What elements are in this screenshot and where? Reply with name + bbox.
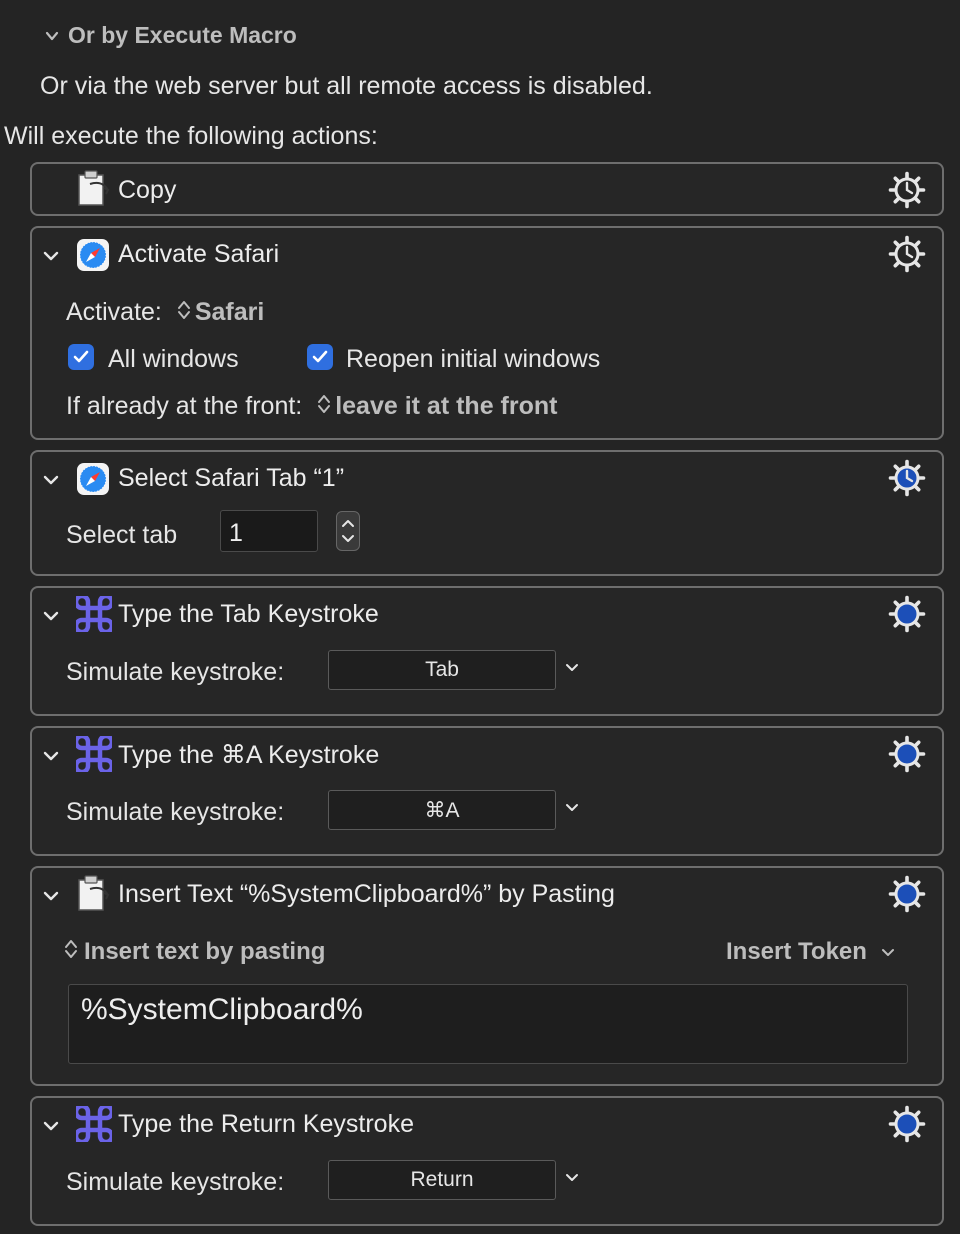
chevron-down-icon[interactable] [40, 608, 62, 629]
simulate-keystroke-label: Simulate keystroke: [66, 658, 285, 686]
action-title: Type the Return Keystroke [118, 1110, 414, 1138]
front-label: If already at the front: [66, 392, 303, 420]
action-title: Type the ⌘A Keystroke [118, 741, 380, 769]
insert-token-menu[interactable]: Insert Token [726, 938, 896, 967]
clipboard-icon [76, 875, 110, 918]
action-insert-text-by-pasting[interactable]: Insert Text “%SystemClipboard%” by Pasti… [30, 866, 944, 1086]
tab-number-input[interactable]: 1 [220, 510, 318, 552]
front-behavior-popup[interactable]: leave it at the front [309, 392, 557, 420]
chevron-down-icon[interactable] [564, 801, 580, 820]
action-type-tab-keystroke[interactable]: Type the Tab Keystroke Simulate keystrok… [30, 586, 944, 716]
action-title: Insert Text “%SystemClipboard%” by Pasti… [118, 880, 615, 908]
command-key-icon [73, 593, 115, 637]
chevron-down-icon[interactable] [40, 248, 62, 269]
all-windows-checkbox[interactable] [68, 344, 94, 370]
activate-app-value: Safari [194, 298, 265, 326]
clipboard-icon [76, 170, 110, 213]
simulate-keystroke-label: Simulate keystroke: [66, 1168, 285, 1196]
chevron-down-icon[interactable] [564, 1171, 580, 1190]
action-type-cmd-a-keystroke[interactable]: Type the ⌘A Keystroke Simulate keystroke… [30, 726, 944, 856]
gear-icon[interactable] [888, 235, 926, 278]
select-tab-label: Select tab [66, 521, 178, 549]
front-behavior-value: leave it at the front [335, 392, 558, 420]
chevron-down-icon[interactable] [44, 28, 60, 44]
insert-token-label: Insert Token [726, 938, 867, 965]
action-type-return-keystroke[interactable]: Type the Return Keystroke Simulate keyst… [30, 1096, 944, 1226]
activate-app-popup[interactable]: Safari [169, 298, 264, 326]
command-key-icon [73, 733, 115, 777]
gear-icon[interactable] [888, 875, 926, 918]
chevron-down-icon[interactable] [564, 661, 580, 680]
simulate-keystroke-label: Simulate keystroke: [66, 798, 285, 826]
safari-compass-icon [76, 462, 110, 501]
chevron-down-icon[interactable] [40, 1118, 62, 1139]
front-row: If already at the front: leave it at the… [66, 392, 557, 422]
activate-label: Activate: [66, 298, 162, 326]
insert-text-area[interactable]: %SystemClipboard% [68, 984, 908, 1064]
action-select-safari-tab[interactable]: Select Safari Tab “1” Select tab 1 [30, 450, 944, 576]
action-copy[interactable]: Copy [30, 162, 944, 216]
insert-mode-value: Insert text by pasting [84, 938, 326, 965]
chevron-down-icon [880, 939, 896, 967]
checkmark-icon [312, 350, 328, 363]
safari-compass-icon [76, 238, 110, 277]
chevron-down-icon[interactable] [40, 472, 62, 493]
action-title: Copy [118, 176, 177, 204]
trigger-section-header[interactable]: Or by Execute Macro [44, 22, 297, 49]
checkmark-icon [73, 350, 89, 363]
actions-heading: Will execute the following actions: [4, 122, 378, 150]
activate-row: Activate: Safari [66, 298, 264, 328]
up-down-arrows-icon [64, 938, 78, 967]
web-server-note: Or via the web server but all remote acc… [40, 72, 653, 100]
up-down-arrows-icon [317, 393, 331, 422]
gear-icon[interactable] [888, 735, 926, 778]
action-title: Select Safari Tab “1” [118, 464, 345, 492]
keystroke-field[interactable]: Tab [328, 650, 556, 690]
gear-icon[interactable] [888, 1105, 926, 1148]
gear-icon[interactable] [888, 459, 926, 502]
reopen-windows-label: Reopen initial windows [346, 345, 601, 373]
reopen-windows-checkbox[interactable] [307, 344, 333, 370]
action-title: Activate Safari [118, 240, 280, 268]
up-down-arrows-icon [177, 299, 191, 328]
tab-number-stepper[interactable] [336, 511, 360, 551]
chevron-down-icon[interactable] [40, 888, 62, 909]
keystroke-field[interactable]: ⌘A [328, 790, 556, 830]
chevron-down-icon[interactable] [40, 748, 62, 769]
trigger-header-label: Or by Execute Macro [68, 22, 297, 48]
keystroke-field[interactable]: Return [328, 1160, 556, 1200]
gear-icon[interactable] [888, 171, 926, 214]
command-key-icon [73, 1103, 115, 1147]
action-activate-safari[interactable]: Activate Safari Activate: Safari All win… [30, 226, 944, 440]
action-title: Type the Tab Keystroke [118, 600, 379, 628]
insert-mode-popup[interactable]: Insert text by pasting [64, 938, 325, 967]
all-windows-label: All windows [108, 345, 239, 373]
stepper-arrows-icon [342, 520, 354, 542]
gear-icon[interactable] [888, 595, 926, 638]
